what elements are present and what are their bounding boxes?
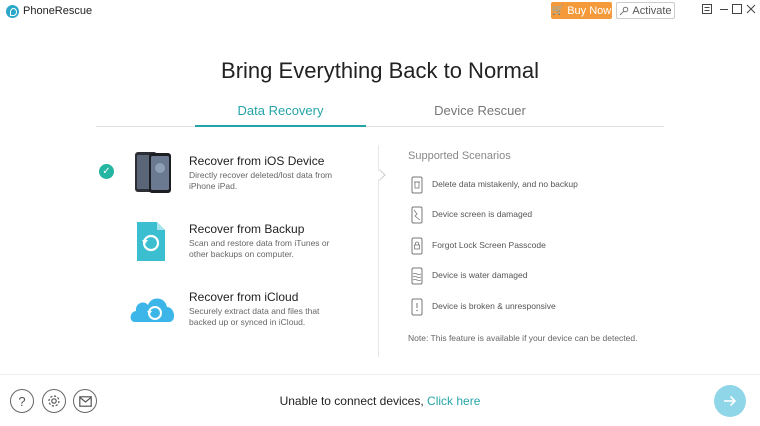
option-recover-ios-device[interactable]: ✓ Recover from iOS Device Directly recov… (96, 150, 366, 206)
lock-phone-icon (411, 237, 423, 255)
close-icon[interactable] (745, 4, 757, 17)
arrow-right-icon (724, 395, 737, 407)
scenarios-title: Supported Scenarios (408, 150, 511, 162)
option-recover-backup[interactable]: Recover from Backup Scan and restore dat… (96, 218, 366, 274)
app-logo-icon (6, 5, 19, 18)
option-title: Recover from iOS Device (189, 154, 325, 168)
option-description: Scan and restore data from iTunes or oth… (189, 238, 330, 259)
activate-button[interactable]: Activate (616, 2, 675, 19)
scenario-text: Delete data mistakenly, and no backup (432, 179, 578, 189)
connection-message: Unable to connect devices, (279, 394, 424, 408)
tab-data-recovery[interactable]: Data Recovery (195, 100, 366, 127)
water-phone-icon (411, 267, 423, 285)
cloud-icon (130, 298, 175, 322)
cart-icon: 🛒 (551, 5, 565, 16)
option-description: Securely extract data and files that bac… (189, 306, 320, 327)
phonerescue-window: PhoneRescue 🛒 Buy Now Activate Bring Eve… (0, 0, 760, 426)
mode-tabs: Data Recovery Device Rescuer (96, 100, 664, 127)
cracked-screen-icon (411, 206, 423, 224)
scenario-text: Device is broken & unresponsive (432, 301, 556, 311)
backup-file-icon (137, 222, 165, 261)
scenario-text: Forgot Lock Screen Passcode (432, 240, 546, 250)
scenarios-note: Note: This feature is available if your … (408, 333, 638, 343)
option-description: Directly recover deleted/lost data from … (189, 170, 333, 191)
menu-icon[interactable] (701, 4, 713, 17)
scenario-item: Device is broken & unresponsive (408, 298, 648, 316)
app-title: PhoneRescue (23, 5, 93, 17)
maximize-icon[interactable] (731, 4, 743, 17)
next-button[interactable] (714, 385, 746, 417)
title-bar: PhoneRescue 🛒 Buy Now Activate (0, 0, 760, 24)
footer-divider (0, 374, 760, 375)
buy-now-button[interactable]: 🛒 Buy Now (551, 2, 612, 19)
trash-phone-icon (411, 176, 423, 194)
chevron-right-icon (374, 169, 386, 181)
tab-device-rescuer[interactable]: Device Rescuer (394, 100, 566, 127)
scenario-item: Delete data mistakenly, and no backup (408, 176, 648, 194)
minimize-icon[interactable] (718, 4, 730, 17)
scenario-text: Device is water damaged (432, 270, 528, 280)
broken-phone-icon (411, 298, 423, 316)
buy-now-label: Buy Now (567, 4, 612, 17)
scenario-item: Device screen is damaged (408, 206, 648, 224)
page-title: Bring Everything Back to Normal (221, 58, 539, 83)
activate-label: Activate (632, 4, 672, 17)
click-here-link[interactable]: Click here (427, 394, 480, 408)
scenario-text: Device screen is damaged (432, 209, 533, 219)
option-recover-icloud[interactable]: Recover from iCloud Securely extract dat… (96, 286, 366, 342)
checkmark-icon: ✓ (99, 164, 114, 179)
option-title: Recover from iCloud (189, 290, 299, 304)
key-icon (620, 6, 629, 15)
option-title: Recover from Backup (189, 222, 305, 236)
phone-icon (135, 152, 171, 193)
connection-help: Unable to connect devices, Click here (0, 394, 760, 408)
scenario-item: Forgot Lock Screen Passcode (408, 237, 648, 255)
scenario-item: Device is water damaged (408, 267, 648, 285)
